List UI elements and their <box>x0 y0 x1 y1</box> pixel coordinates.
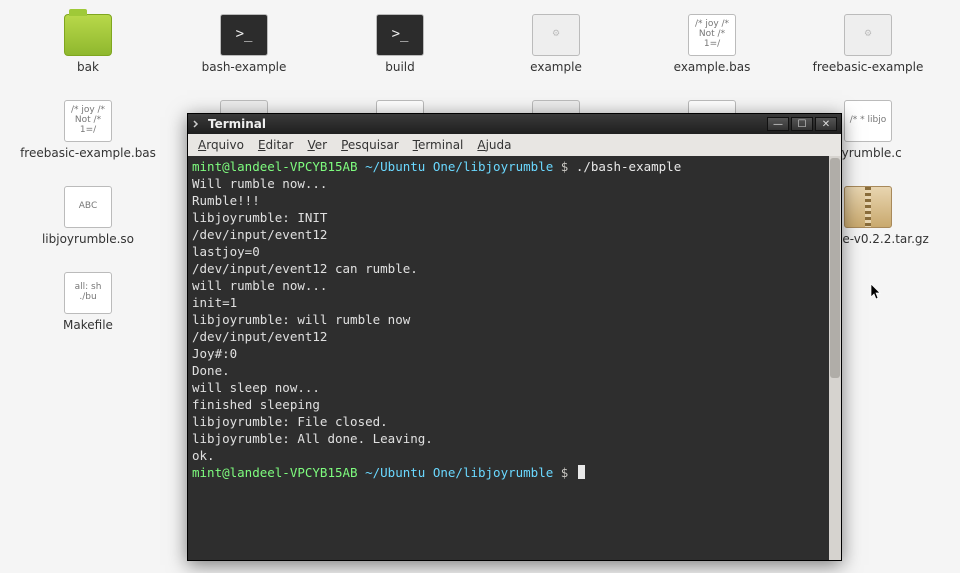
desktop-icon-label: bash-example <box>202 60 287 74</box>
desktop-icon[interactable]: >_build <box>322 14 478 96</box>
mouse-cursor-icon <box>870 283 882 301</box>
desktop-icon-label: example <box>530 60 582 74</box>
menu-item-editar[interactable]: Editar <box>258 138 294 152</box>
gear-icon: ⚙ <box>844 14 892 56</box>
terminal-output-line: libjoyrumble: INIT <box>192 209 837 226</box>
window-title: Terminal <box>208 117 767 131</box>
terminal-output-line: /dev/input/event12 <box>192 328 837 345</box>
terminal-output-line: will sleep now... <box>192 379 837 396</box>
scrollbar-thumb[interactable] <box>830 158 840 378</box>
terminal-output-line: Joy#:0 <box>192 345 837 362</box>
menu-item-terminal[interactable]: Terminal <box>413 138 464 152</box>
text-icon: /* joy /* Not /* 1=/ <box>688 14 736 56</box>
gear-icon: ⚙ <box>532 14 580 56</box>
terminal-body[interactable]: mint@landeel-VPCYB15AB ~/Ubuntu One/libj… <box>188 156 841 560</box>
terminal-output-line: ok. <box>192 447 837 464</box>
archive-icon <box>844 186 892 228</box>
window-buttons: — ☐ ✕ <box>767 117 837 131</box>
terminal-output-line: Done. <box>192 362 837 379</box>
titlebar[interactable]: Terminal — ☐ ✕ <box>188 114 841 134</box>
desktop-icon-label: oyrumble.c <box>834 146 901 160</box>
terminal-icon: >_ <box>220 14 268 56</box>
terminal-output-line: will rumble now... <box>192 277 837 294</box>
terminal-window[interactable]: Terminal — ☐ ✕ Arquivo Editar Ver Pesquisar… <box>187 113 842 561</box>
maximize-button[interactable]: ☐ <box>791 117 813 131</box>
menubar: Arquivo Editar Ver Pesquisar Terminal Ajuda <box>188 134 841 156</box>
terminal-output-line: Will rumble now... <box>192 175 837 192</box>
text-icon: /* joy /* Not /* 1=/ <box>64 100 112 142</box>
desktop-icon[interactable]: ABC libjoyrumble.so <box>10 186 166 268</box>
desktop-icon[interactable]: /* joy /* Not /* 1=/ freebasic-example.ba… <box>10 100 166 182</box>
folder-icon <box>64 14 112 56</box>
terminal-output-line: /dev/input/event12 can rumble. <box>192 260 837 277</box>
terminal-output-line: /dev/input/event12 <box>192 226 837 243</box>
terminal-output-line: Rumble!!! <box>192 192 837 209</box>
menu-item-arquivo[interactable]: Arquivo <box>198 138 244 152</box>
terminal-output-line: finished sleeping <box>192 396 837 413</box>
scrollbar[interactable] <box>829 156 841 560</box>
terminal-output-line: libjoyrumble: All done. Leaving. <box>192 430 837 447</box>
terminal-output-line: lastjoy=0 <box>192 243 837 260</box>
terminal-output-line: libjoyrumble: File closed. <box>192 413 837 430</box>
text-icon: ABC <box>64 186 112 228</box>
terminal-output-line: init=1 <box>192 294 837 311</box>
desktop-icon[interactable]: ⚙ freebasic-example <box>790 14 946 96</box>
text-icon: /* * libjo <box>844 100 892 142</box>
cursor-icon <box>578 465 585 479</box>
close-button[interactable]: ✕ <box>815 117 837 131</box>
desktop-icon-label: example.bas <box>674 60 751 74</box>
terminal-app-icon <box>192 118 204 130</box>
desktop-icon-label: libjoyrumble.so <box>42 232 134 246</box>
menu-item-pesquisar[interactable]: Pesquisar <box>341 138 399 152</box>
desktop-icon-label: build <box>385 60 415 74</box>
desktop-icon[interactable]: /* joy /* Not /* 1=/ example.bas <box>634 14 790 96</box>
menu-item-ajuda[interactable]: Ajuda <box>477 138 511 152</box>
desktop-icon[interactable]: all: sh ./bu Makefile <box>10 272 166 354</box>
desktop-icon-label: freebasic-example.bas <box>20 146 156 160</box>
desktop-icon-label: Makefile <box>63 318 113 332</box>
terminal-line: mint@landeel-VPCYB15AB ~/Ubuntu One/libj… <box>192 158 837 175</box>
terminal-prompt[interactable]: mint@landeel-VPCYB15AB ~/Ubuntu One/libj… <box>192 464 837 481</box>
desktop-icon[interactable]: ⚙ example <box>478 14 634 96</box>
desktop-icon[interactable]: >_ bash-example <box>166 14 322 96</box>
desktop-icon-label: bak <box>77 60 99 74</box>
menu-item-ver[interactable]: Ver <box>308 138 328 152</box>
text-icon: all: sh ./bu <box>64 272 112 314</box>
desktop-icon-label: freebasic-example <box>813 60 924 74</box>
desktop-icon[interactable]: bak <box>10 14 166 96</box>
terminal-icon: >_ <box>376 14 424 56</box>
minimize-button[interactable]: — <box>767 117 789 131</box>
terminal-output-line: libjoyrumble: will rumble now <box>192 311 837 328</box>
